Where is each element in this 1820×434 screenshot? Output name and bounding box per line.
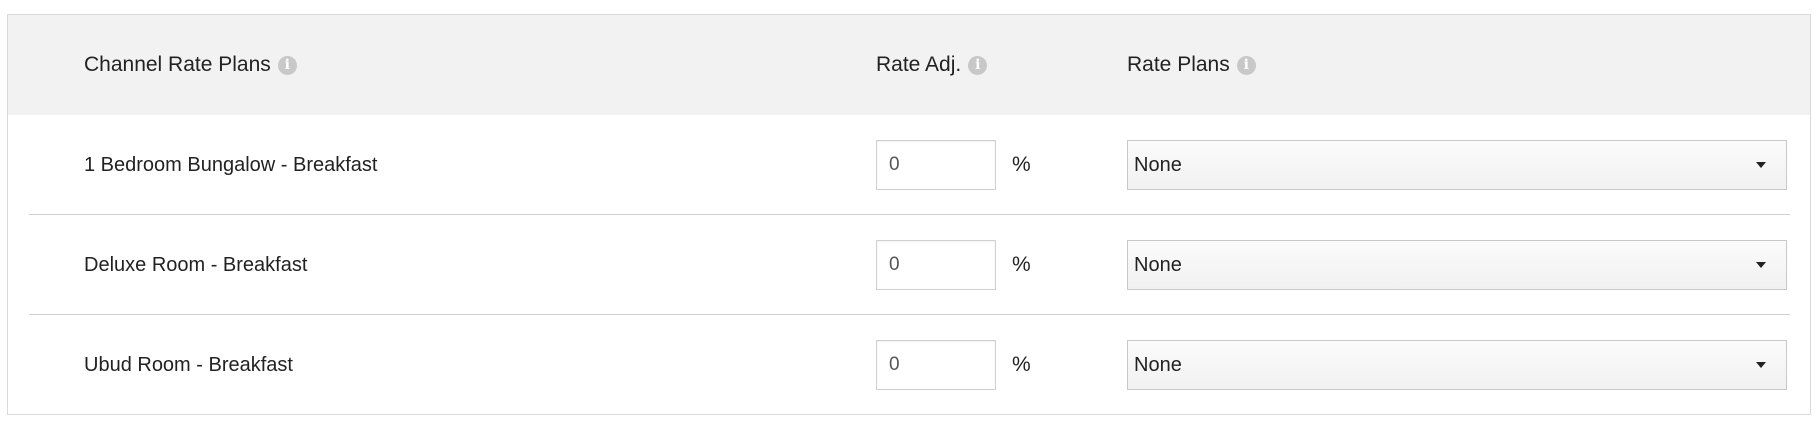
column-header-label: Rate Plans — [1127, 53, 1230, 76]
channel-rate-plan-name: 1 Bedroom Bungalow - Breakfast — [84, 153, 378, 176]
info-icon[interactable]: i — [1236, 55, 1256, 75]
rate-plan-select[interactable]: None — [1127, 140, 1787, 190]
column-header-label: Channel Rate Plans — [84, 53, 271, 76]
rate-plan-select-value: None — [1134, 353, 1182, 376]
table-row: Deluxe Room - Breakfast % None — [8, 215, 1810, 315]
info-icon[interactable]: i — [968, 55, 988, 75]
percent-unit-label: % — [1012, 353, 1031, 376]
column-header-rate-plans: Rate Plans i — [1127, 15, 1256, 115]
rate-plan-mapping-panel: Channel Rate Plans i Rate Adj. i Rate Pl… — [7, 14, 1811, 415]
caret-down-icon — [1756, 162, 1766, 168]
percent-unit-label: % — [1012, 253, 1031, 276]
column-header-label: Rate Adj. — [876, 53, 962, 76]
table-header: Channel Rate Plans i Rate Adj. i Rate Pl… — [8, 15, 1810, 115]
rate-adjustment-input[interactable] — [876, 140, 996, 190]
channel-rate-plan-name: Ubud Room - Breakfast — [84, 353, 293, 376]
column-header-channel-rate-plans: Channel Rate Plans i — [84, 15, 297, 115]
rate-adjustment-input[interactable] — [876, 240, 996, 290]
rate-plan-select-value: None — [1134, 153, 1182, 176]
rate-plan-select[interactable]: None — [1127, 240, 1787, 290]
percent-unit-label: % — [1012, 153, 1031, 176]
table-row: Ubud Room - Breakfast % None — [8, 315, 1810, 415]
rate-adjustment-input[interactable] — [876, 340, 996, 390]
rate-plan-select-value: None — [1134, 253, 1182, 276]
info-icon[interactable]: i — [277, 55, 297, 75]
column-header-rate-adj: Rate Adj. i — [876, 15, 988, 115]
caret-down-icon — [1756, 262, 1766, 268]
rate-plan-select[interactable]: None — [1127, 340, 1787, 390]
caret-down-icon — [1756, 362, 1766, 368]
table-row: 1 Bedroom Bungalow - Breakfast % None — [8, 115, 1810, 215]
channel-rate-plan-name: Deluxe Room - Breakfast — [84, 253, 308, 276]
